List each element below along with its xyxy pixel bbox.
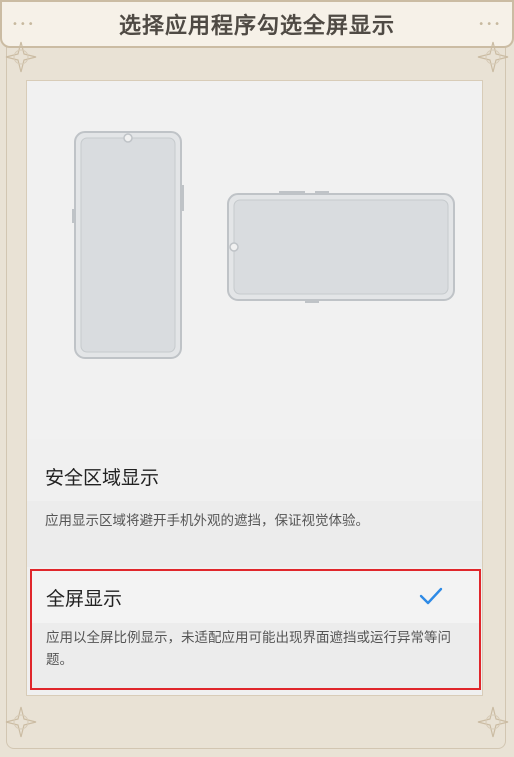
option-title: 安全区域显示 [45,467,160,489]
checkmark-icon [419,587,443,605]
compass-star-icon [4,705,38,739]
ornament-dots-icon: ••• [478,19,502,30]
dialog-frame: ••• 选择应用程序勾选全屏显示 ••• 安全区域显示 应用显示区域将避开手机外… [0,0,514,757]
display-mode-illustration [27,81,482,439]
compass-star-icon [4,40,38,74]
compass-star-icon [476,705,510,739]
option-description: 应用显示区域将避开手机外观的遮挡，保证视觉体验。 [45,513,369,529]
title-banner: ••• 选择应用程序勾选全屏显示 ••• [0,0,514,48]
option-safe-area[interactable]: 安全区域显示 应用显示区域将避开手机外观的遮挡，保证视觉体验。 [27,439,482,567]
phone-illustration-icon [72,131,455,359]
compass-star-icon [476,40,510,74]
ornament-dots-icon: ••• [12,19,36,30]
option-fullscreen[interactable]: 全屏显示 应用以全屏比例显示，未适配应用可能出现界面遮挡或运行异常等问题。 [30,569,481,690]
page-title: 选择应用程序勾选全屏显示 [118,13,395,39]
settings-panel: 安全区域显示 应用显示区域将避开手机外观的遮挡，保证视觉体验。 全屏显示 应用以… [26,80,483,696]
option-title: 全屏显示 [46,588,123,610]
option-description: 应用以全屏比例显示，未适配应用可能出现界面遮挡或运行异常等问题。 [46,630,451,668]
